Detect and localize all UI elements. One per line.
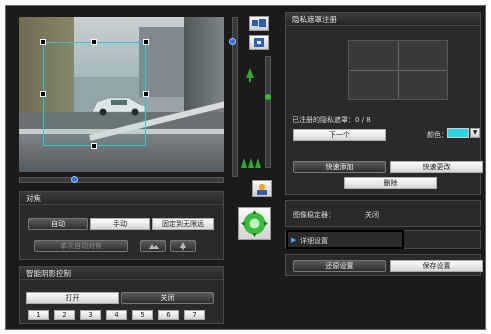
tree-far-icon xyxy=(246,68,254,82)
stabilizer-label: 图像稳定器： xyxy=(293,211,335,219)
zoom-wide-icon xyxy=(252,19,266,27)
video-building-far xyxy=(139,27,189,97)
highlight-box xyxy=(286,230,404,249)
smart-shade-level-4[interactable]: 4 xyxy=(106,310,127,320)
thumbnail-divider-horizontal xyxy=(349,70,447,71)
focus-manual-button[interactable]: 手动 xyxy=(90,218,150,230)
privacy-mask-title: 隐私遮罩注册 xyxy=(286,13,480,26)
roi-handle-bottom[interactable] xyxy=(91,143,97,149)
mask-color-swatch[interactable] xyxy=(447,128,469,138)
tilt-slider-thumb[interactable] xyxy=(229,38,236,45)
focus-fixed-infinity-button[interactable]: 固定到无限远 xyxy=(152,218,214,230)
focus-far-button[interactable] xyxy=(170,240,196,252)
tree-near-icon xyxy=(241,158,261,168)
mask-color-label: 颜色： xyxy=(427,131,448,139)
focus-far-icon xyxy=(180,242,186,250)
privacy-mask-thumbnail[interactable] xyxy=(348,40,448,100)
smart-shade-level-3[interactable]: 3 xyxy=(80,310,101,320)
privacy-mask-region[interactable] xyxy=(43,42,146,146)
backlight-button[interactable] xyxy=(252,180,272,197)
smart-shade-levels: 1 2 3 4 5 6 7 xyxy=(28,310,218,322)
quick-change-button[interactable]: 快速更改 xyxy=(390,161,483,173)
smart-shade-off-button[interactable]: 关闭 xyxy=(121,292,214,304)
focus-near-icon xyxy=(149,244,159,249)
restore-settings-button[interactable]: 还原设置 xyxy=(293,260,386,272)
zoom-tele-icon xyxy=(254,38,264,47)
smart-shade-title: 智能阴影控制 xyxy=(20,267,223,280)
roi-handle-right[interactable] xyxy=(143,91,149,97)
smart-shade-level-2[interactable]: 2 xyxy=(54,310,75,320)
roi-handle-top-left[interactable] xyxy=(40,39,46,45)
mask-color-dropdown[interactable]: ▼ xyxy=(470,128,480,138)
smart-shade-level-1[interactable]: 1 xyxy=(28,310,49,320)
zoom-wide-button[interactable] xyxy=(249,16,269,31)
focus-auto-button[interactable]: 自动 xyxy=(28,218,88,230)
quick-add-button[interactable]: 快速添加 xyxy=(293,161,386,173)
smart-shade-level-6[interactable]: 6 xyxy=(158,310,179,320)
next-mask-button[interactable]: 下一个 xyxy=(293,129,386,141)
delete-mask-button[interactable]: 删除 xyxy=(344,177,437,189)
zoom-slider[interactable] xyxy=(265,56,271,168)
roi-handle-top-right[interactable] xyxy=(143,39,149,45)
pan-tilt-button[interactable] xyxy=(238,207,271,240)
smart-shade-level-7[interactable]: 7 xyxy=(184,310,205,320)
chevron-down-icon: ▼ xyxy=(472,129,478,136)
backlight-icon xyxy=(257,183,267,195)
zoom-tele-button[interactable] xyxy=(249,35,269,50)
smart-shade-level-5[interactable]: 5 xyxy=(132,310,153,320)
roi-handle-left[interactable] xyxy=(40,91,46,97)
stabilizer-value: 关闭 xyxy=(365,211,379,219)
one-shot-af-button[interactable]: 单次自动对焦 xyxy=(34,240,128,252)
focus-title: 对焦 xyxy=(20,192,223,205)
roi-handle-top[interactable] xyxy=(91,39,97,45)
pan-tilt-joystick-icon xyxy=(241,210,268,237)
focus-near-button[interactable] xyxy=(140,240,166,252)
registered-masks-count: 已注册的隐私遮罩：0 / 8 xyxy=(292,116,371,124)
save-settings-button[interactable]: 保存设置 xyxy=(390,260,483,272)
pan-slider-thumb[interactable] xyxy=(71,176,78,183)
smart-shade-on-button[interactable]: 打开 xyxy=(26,292,119,304)
pan-slider[interactable] xyxy=(19,177,224,183)
zoom-slider-thumb[interactable] xyxy=(265,94,271,100)
